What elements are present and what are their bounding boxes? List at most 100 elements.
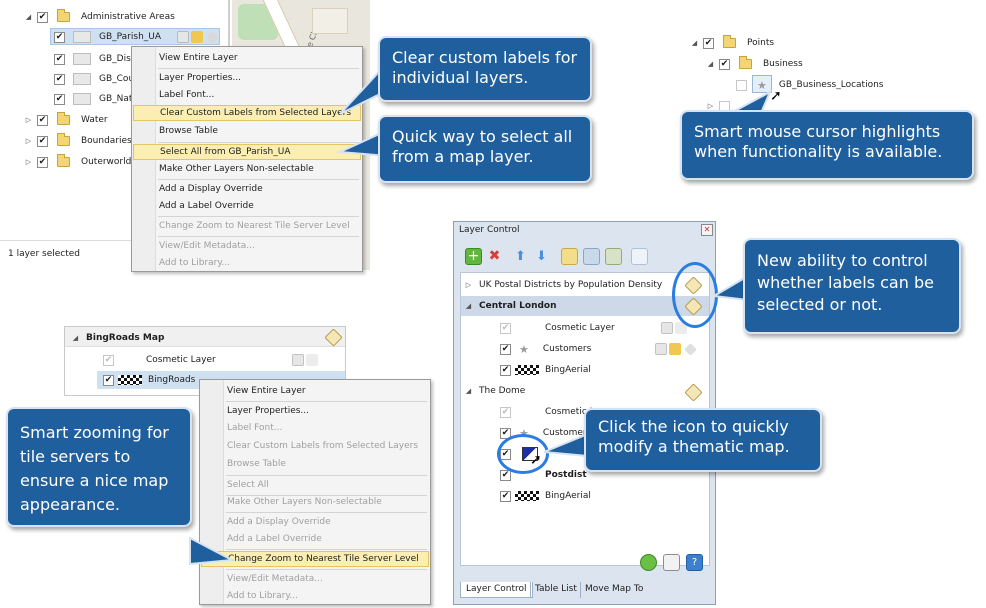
menu-separator	[158, 216, 359, 217]
tree-item-points[interactable]: ◢ ✔ Points	[690, 35, 774, 51]
collapsed-arrow-icon[interactable]: ▷	[24, 116, 33, 124]
properties-icon[interactable]	[583, 248, 600, 265]
add-layer-icon[interactable]: +	[465, 248, 482, 265]
layer-row-cosmetic[interactable]: ✔ Cosmetic Layer	[460, 319, 709, 337]
tree-item-gb-dist[interactable]: ✔ GB_Dist	[54, 51, 134, 67]
layer-label: Cosmetic Layer	[146, 355, 216, 365]
menu-separator	[226, 569, 427, 570]
tree-item-label: GB_Cou	[99, 74, 135, 84]
label-icon[interactable]	[206, 30, 219, 44]
checkbox[interactable]: ✔	[54, 53, 65, 65]
tree-item-administrative-areas[interactable]: ◢ ✔ Administrative Areas	[24, 9, 175, 25]
menu-item-add-label-override[interactable]: Add a Label Override	[133, 198, 361, 214]
tree-item-outerworld[interactable]: ▷ ✔ Outerworld	[24, 154, 131, 170]
collapsed-arrow-icon[interactable]: ▷	[24, 158, 33, 166]
menu-item-add-to-library: Add to Library...	[227, 591, 298, 601]
remove-layer-icon[interactable]: ✖	[486, 248, 503, 265]
layer-swatch-icon	[73, 73, 91, 85]
tree-item-gb-parish-ua[interactable]: ✔ GB_Parish_UA	[54, 29, 219, 45]
checkbox[interactable]: ✔	[500, 406, 511, 418]
pencil-icon[interactable]	[669, 343, 682, 355]
edit-icon[interactable]	[177, 31, 190, 43]
refresh-icon[interactable]	[640, 554, 657, 571]
tree-item-water[interactable]: ▷ ✔ Water	[24, 112, 108, 128]
expand-arrow-icon[interactable]: ◢	[464, 302, 473, 310]
edit-icon[interactable]	[291, 354, 304, 366]
checkbox[interactable]: ✔	[54, 93, 65, 105]
menu-item-view-entire-layer[interactable]: View Entire Layer	[201, 383, 429, 399]
menu-item-layer-properties[interactable]: Layer Properties...	[201, 403, 429, 419]
layer-row-bingroads[interactable]: ✔ BingRoads	[103, 372, 195, 388]
callout-text: Click the icon to quickly modify a thema…	[598, 417, 790, 456]
menu-item-browse-table: Browse Table	[227, 459, 286, 469]
expand-arrow-icon[interactable]: ◢	[24, 13, 33, 21]
expand-arrow-icon[interactable]: ◢	[71, 334, 80, 342]
context-menu-1: View Entire Layer Layer Properties... La…	[131, 46, 363, 272]
checkbox[interactable]: ✔	[703, 37, 714, 49]
checkbox[interactable]: ✔	[103, 374, 114, 386]
menu-item-add-display-override[interactable]: Add a Display Override	[133, 181, 361, 197]
star-icon: ★	[519, 342, 529, 356]
tab-table-list[interactable]: Table List	[530, 582, 581, 598]
menu-item-make-other-layers-non-selectable: Make Other Layers Non-selectable	[227, 497, 382, 507]
style-icon[interactable]	[605, 248, 622, 265]
map-building	[312, 8, 348, 34]
menu-item-make-other-layers-non-selectable[interactable]: Make Other Layers Non-selectable	[133, 161, 361, 177]
callout-text: Clear custom labels for individual layer…	[392, 48, 578, 87]
callout-thematic-map: Click the icon to quickly modify a thema…	[584, 408, 822, 472]
collapsed-arrow-icon[interactable]: ▷	[464, 281, 473, 289]
expand-arrow-icon[interactable]: ◢	[706, 60, 715, 68]
tree-item-business[interactable]: ◢ ✔ Business	[706, 56, 803, 72]
checkbox[interactable]: ✔	[719, 58, 730, 70]
checkbox[interactable]: ✔	[37, 156, 48, 168]
checkbox[interactable]: ✔	[500, 322, 511, 334]
tree-item-boundaries[interactable]: ▷ ✔ Boundaries	[24, 133, 132, 149]
menu-item-layer-properties[interactable]: Layer Properties...	[133, 70, 361, 86]
menu-item-label-font: Label Font...	[227, 423, 283, 433]
checkbox[interactable]: ✔	[103, 354, 114, 366]
tree-item-label: Points	[747, 38, 775, 48]
expand-arrow-icon[interactable]: ◢	[690, 39, 699, 47]
checkbox[interactable]: ✔	[37, 114, 48, 126]
tab-layer-control[interactable]: Layer Control	[460, 582, 533, 598]
edit-icon[interactable]	[655, 343, 668, 355]
group-label: UK Postal Districts by Population Densit…	[479, 280, 663, 290]
menu-item-clear-custom-labels[interactable]: Clear Custom Labels from Selected Layers	[133, 105, 361, 121]
menu-item-label-font[interactable]: Label Font...	[133, 87, 361, 103]
label-icon[interactable]	[684, 342, 698, 356]
tab-move-map-to[interactable]: Move Map To	[580, 582, 647, 598]
collapsed-arrow-icon[interactable]: ▷	[24, 137, 33, 145]
menu-separator	[226, 549, 427, 550]
group-the-dome[interactable]: ◢ The Dome	[460, 382, 709, 400]
tree-item-gb-cou[interactable]: ✔ GB_Cou	[54, 71, 134, 87]
layer-row-customers[interactable]: ✔ ★ Customers	[460, 340, 709, 358]
checkbox[interactable]: ✔	[500, 364, 511, 376]
layer-row-bingaerial-2[interactable]: ✔ BingAerial	[460, 487, 709, 505]
pencil-icon[interactable]	[191, 31, 204, 43]
callout-pointer-zoom	[189, 536, 236, 566]
menu-item-select-all[interactable]: Select All from GB_Parish_UA	[133, 144, 361, 160]
layer-row-cosmetic[interactable]: ✔ Cosmetic Layer	[103, 352, 320, 368]
checkbox[interactable]: ✔	[37, 11, 48, 23]
checkbox[interactable]: ✔	[500, 343, 511, 355]
expand-arrow-icon[interactable]: ◢	[464, 387, 473, 395]
edit-icon[interactable]	[660, 322, 673, 334]
layers-icon[interactable]	[561, 248, 578, 265]
checkbox[interactable]: ✔	[54, 31, 65, 43]
checkbox[interactable]: ✔	[37, 135, 48, 147]
move-up-icon[interactable]: ⬆	[512, 248, 529, 265]
help-icon[interactable]: ?	[686, 554, 703, 571]
close-icon[interactable]: ✕	[701, 224, 713, 236]
layer-row-bingaerial[interactable]: ✔ BingAerial	[460, 361, 709, 379]
checkbox[interactable]: ✔	[500, 490, 511, 502]
move-down-icon[interactable]: ⬇	[533, 248, 550, 265]
menu-item-view-entire-layer[interactable]: View Entire Layer	[133, 50, 361, 66]
group-header-bingroads-map[interactable]: ◢ BingRoads Map	[71, 330, 165, 346]
window-icon[interactable]	[663, 554, 680, 571]
checkbox[interactable]: ✔	[54, 73, 65, 85]
wand-icon[interactable]	[631, 248, 648, 265]
sparkle-icon[interactable]	[305, 354, 318, 366]
menu-item-browse-table[interactable]: Browse Table	[133, 123, 361, 139]
tree-item-gb-nat[interactable]: ✔ GB_Nat	[54, 91, 132, 107]
folder-icon	[57, 112, 70, 125]
